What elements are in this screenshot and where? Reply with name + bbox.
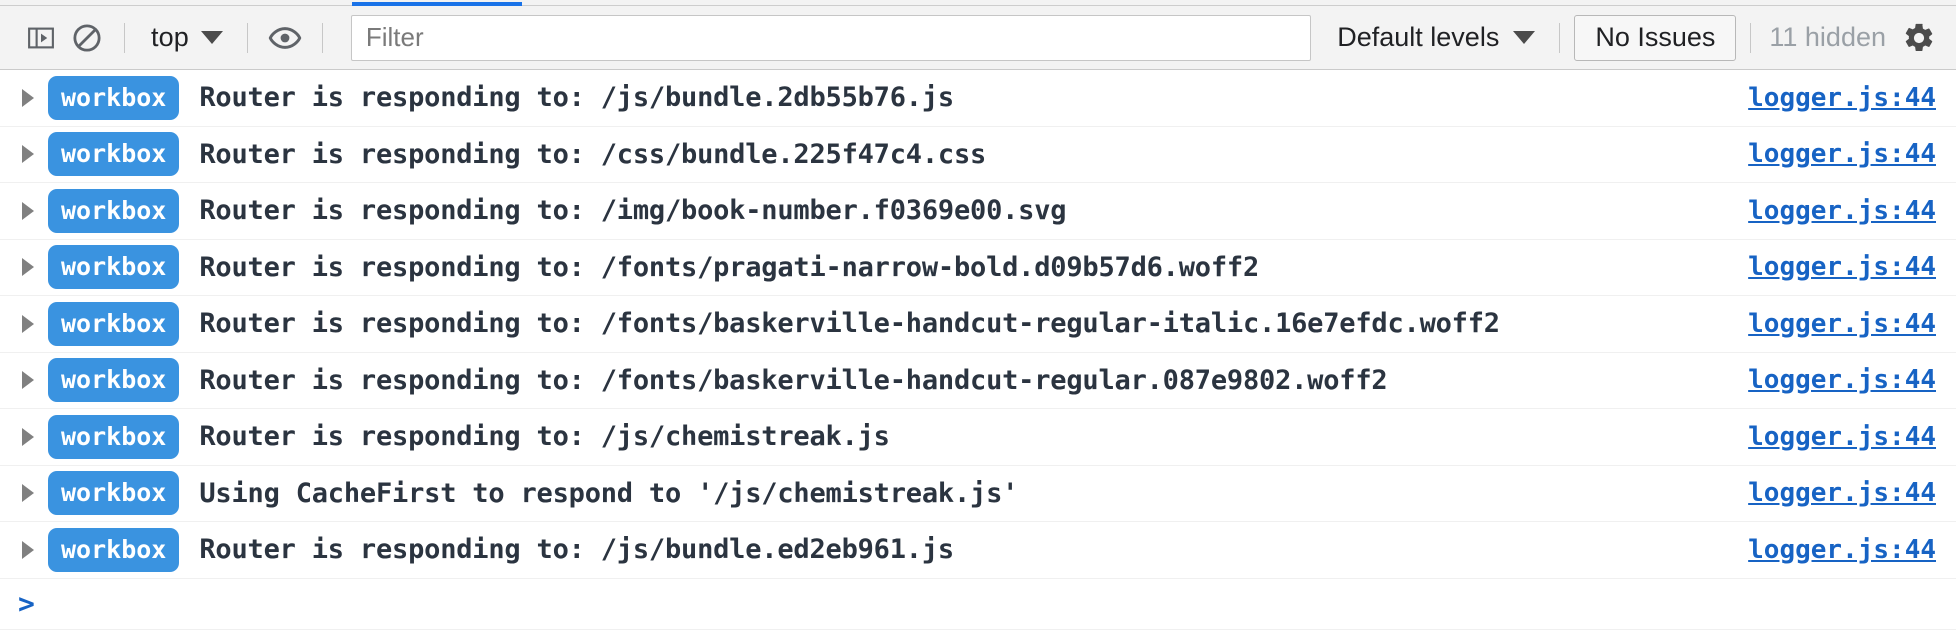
console-message-row[interactable]: workbox Router is responding to: /css/bu… [0, 127, 1956, 184]
console-source-link[interactable]: logger.js:44 [1748, 535, 1936, 565]
console-toolbar: top Default levels No Issues 11 hidden [0, 6, 1956, 70]
workbox-badge: workbox [48, 132, 179, 176]
tab-strip [0, 0, 1956, 6]
log-levels-selector[interactable]: Default levels [1327, 18, 1545, 58]
console-source-link[interactable]: logger.js:44 [1748, 309, 1936, 339]
chevron-right-icon[interactable] [22, 258, 48, 276]
hidden-messages-count: 11 hidden [1765, 22, 1890, 53]
console-message-row[interactable]: workbox Router is responding to: /fonts/… [0, 296, 1956, 353]
execution-context-label: top [151, 24, 189, 51]
console-message-row[interactable]: workbox Using CacheFirst to respond to '… [0, 466, 1956, 523]
chevron-right-icon[interactable] [22, 145, 48, 163]
chevron-right-icon[interactable] [22, 484, 48, 502]
workbox-badge: workbox [48, 302, 179, 346]
workbox-badge: workbox [48, 471, 179, 515]
console-source-link[interactable]: logger.js:44 [1748, 196, 1936, 226]
issues-button[interactable]: No Issues [1574, 15, 1736, 61]
eye-icon [268, 21, 302, 55]
console-prompt-row[interactable]: > [0, 579, 1956, 630]
console-source-link[interactable]: logger.js:44 [1748, 83, 1936, 113]
console-message-row[interactable]: workbox Router is responding to: /js/bun… [0, 522, 1956, 579]
chevron-right-icon[interactable] [22, 202, 48, 220]
chevron-right-icon[interactable] [22, 428, 48, 446]
show-console-sidebar-button[interactable] [18, 15, 64, 61]
clear-console-icon [71, 22, 103, 54]
chevron-down-icon [1513, 31, 1535, 44]
show-console-sidebar-icon [26, 23, 56, 53]
toolbar-divider [1559, 23, 1560, 53]
prompt-chevron-icon: > [18, 590, 35, 618]
chevron-right-icon[interactable] [22, 371, 48, 389]
console-message-text: Router is responding to: /js/chemistreak… [199, 421, 1724, 452]
create-live-expression-button[interactable] [262, 15, 308, 61]
workbox-badge: workbox [48, 358, 179, 402]
devtools-console-panel: top Default levels No Issues 11 hidden [0, 0, 1956, 634]
workbox-badge: workbox [48, 189, 179, 233]
console-source-link[interactable]: logger.js:44 [1748, 478, 1936, 508]
active-tab-indicator [352, 2, 522, 6]
console-message-text: Router is responding to: /js/bundle.ed2e… [199, 534, 1724, 565]
toolbar-divider [322, 23, 323, 53]
clear-console-button[interactable] [64, 15, 110, 61]
log-levels-label: Default levels [1337, 24, 1499, 51]
console-settings-button[interactable] [1896, 15, 1942, 61]
console-source-link[interactable]: logger.js:44 [1748, 422, 1936, 452]
console-message-text: Router is responding to: /js/bundle.2db5… [199, 82, 1724, 113]
execution-context-selector[interactable]: top [139, 18, 233, 58]
workbox-badge: workbox [48, 245, 179, 289]
filter-input[interactable] [351, 15, 1311, 61]
console-source-link[interactable]: logger.js:44 [1748, 139, 1936, 169]
workbox-badge: workbox [48, 528, 179, 572]
console-message-list: workbox Router is responding to: /js/bun… [0, 70, 1956, 634]
console-message-row[interactable]: workbox Router is responding to: /fonts/… [0, 353, 1956, 410]
chevron-right-icon[interactable] [22, 89, 48, 107]
console-message-text: Using CacheFirst to respond to '/js/chem… [199, 478, 1724, 509]
gear-icon [1902, 21, 1936, 55]
console-source-link[interactable]: logger.js:44 [1748, 365, 1936, 395]
workbox-badge: workbox [48, 76, 179, 120]
console-message-row[interactable]: workbox Router is responding to: /js/bun… [0, 70, 1956, 127]
console-message-text: Router is responding to: /fonts/baskervi… [199, 308, 1724, 339]
console-message-text: Router is responding to: /fonts/baskervi… [199, 365, 1724, 396]
chevron-right-icon[interactable] [22, 315, 48, 333]
console-message-row[interactable]: workbox Router is responding to: /img/bo… [0, 183, 1956, 240]
toolbar-divider [124, 23, 125, 53]
toolbar-divider [247, 23, 248, 53]
toolbar-divider [1750, 23, 1751, 53]
chevron-right-icon[interactable] [22, 541, 48, 559]
console-source-link[interactable]: logger.js:44 [1748, 252, 1936, 282]
chevron-down-icon [201, 31, 223, 44]
console-message-row[interactable]: workbox Router is responding to: /fonts/… [0, 240, 1956, 297]
console-message-text: Router is responding to: /css/bundle.225… [199, 139, 1724, 170]
console-message-text: Router is responding to: /fonts/pragati-… [199, 252, 1724, 283]
console-message-row[interactable]: workbox Router is responding to: /js/che… [0, 409, 1956, 466]
issues-button-label: No Issues [1595, 22, 1715, 53]
workbox-badge: workbox [48, 415, 179, 459]
console-message-text: Router is responding to: /img/book-numbe… [199, 195, 1724, 226]
